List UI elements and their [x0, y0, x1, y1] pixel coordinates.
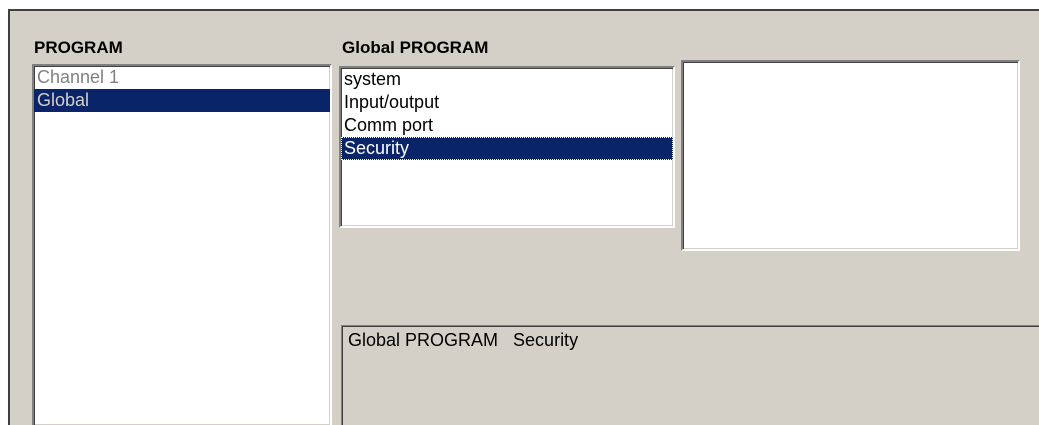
- detail-box[interactable]: [681, 60, 1020, 251]
- program-listbox[interactable]: Channel 1 Global: [32, 64, 332, 425]
- status-box: Global PROGRAM Security: [341, 325, 1039, 425]
- program-item-channel-1[interactable]: Channel 1: [34, 66, 330, 89]
- program-item-global[interactable]: Global: [34, 89, 330, 112]
- global-program-item-system[interactable]: system: [341, 68, 673, 91]
- program-list: Channel 1 Global: [34, 66, 330, 112]
- global-program-list: system Input/output Comm port Security: [341, 68, 673, 160]
- status-text: Global PROGRAM Security: [348, 330, 579, 350]
- global-program-listbox[interactable]: system Input/output Comm port Security: [339, 66, 675, 228]
- global-program-item-comm-port[interactable]: Comm port: [341, 114, 673, 137]
- global-program-item-security[interactable]: Security: [341, 137, 673, 160]
- program-heading: PROGRAM: [34, 38, 123, 57]
- global-program-heading: Global PROGRAM: [342, 38, 489, 57]
- global-program-item-input-output[interactable]: Input/output: [341, 91, 673, 114]
